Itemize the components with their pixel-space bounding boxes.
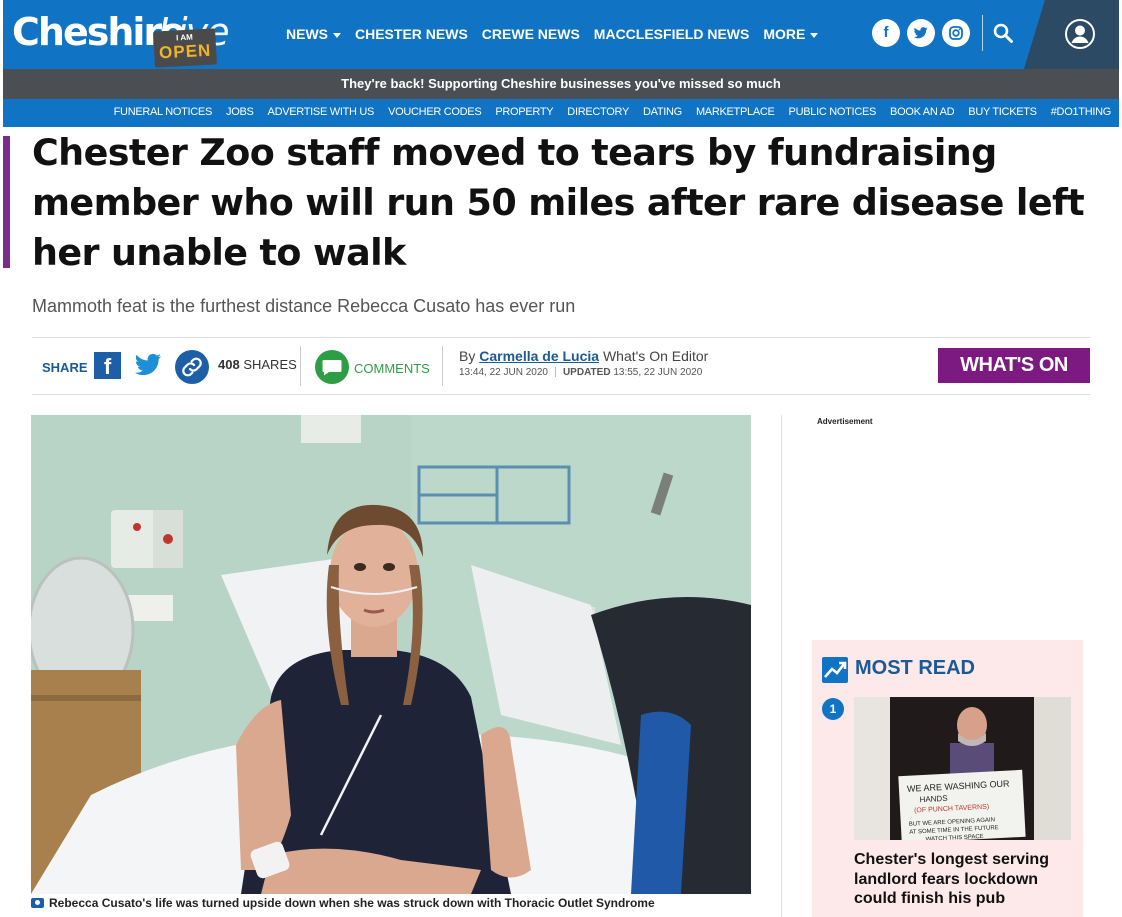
site-logo[interactable]: Cheshire Live I AM OPEN (12, 8, 242, 68)
subnav-item-funeral-notices[interactable]: FUNERAL NOTICES (114, 106, 213, 118)
subnav-item-do1thing[interactable]: #DO1THING (1051, 106, 1112, 118)
subnav-item-dating[interactable]: DATING (643, 106, 682, 118)
nav-item-chester-news[interactable]: CHESTER NEWS (355, 26, 468, 42)
subnav-item-buy-tickets[interactable]: BUY TICKETS (968, 106, 1037, 118)
nav-label: NEWS (286, 26, 328, 42)
section-accent-bar (3, 136, 10, 268)
updated-time: 13:55, 22 JUN 2020 (613, 367, 703, 378)
comments-icon[interactable] (315, 350, 349, 384)
shares-label: SHARES (243, 357, 297, 372)
author-link[interactable]: Carmella de Lucia (479, 348, 599, 364)
most-read-title: MOST READ (855, 657, 975, 679)
article-main-image[interactable] (31, 415, 751, 894)
byline: By Carmella de Lucia What's On Editor (459, 348, 708, 364)
rank-badge: 1 (822, 698, 844, 720)
user-account-icon[interactable] (1064, 18, 1096, 50)
copy-link-icon[interactable] (175, 350, 209, 384)
published-time: 13:44, 22 JUN 2020 (459, 367, 548, 378)
divider (32, 337, 1090, 338)
nav-item-more[interactable]: MORE (763, 26, 819, 42)
facebook-share-icon[interactable]: f (94, 352, 121, 379)
byline-prefix: By (459, 348, 476, 364)
shares-number: 408 (218, 357, 240, 372)
chevron-down-icon (810, 32, 819, 38)
twitter-icon[interactable] (907, 19, 935, 47)
subnav-item-voucher-codes[interactable]: VOUCHER CODES (388, 106, 482, 118)
nav-label: MORE (763, 26, 806, 42)
subnav-item-advertise[interactable]: ADVERTISE WITH US (268, 106, 375, 118)
divider (32, 394, 1090, 395)
subnav-item-book-an-ad[interactable]: BOOK AN AD (890, 106, 955, 118)
article-headline: Chester Zoo staff moved to tears by fund… (32, 131, 1085, 274)
sidebar-divider (781, 415, 782, 917)
subnav-item-marketplace[interactable]: MARKETPLACE (696, 106, 775, 118)
header-divider (982, 15, 983, 51)
nav-item-news[interactable]: NEWS (286, 26, 341, 42)
secondary-nav: FUNERAL NOTICES JOBS ADVERTISE WITH US V… (3, 99, 1119, 127)
subnav-item-directory[interactable]: DIRECTORY (567, 106, 629, 118)
sign-text-line-2: HANDS (919, 794, 947, 804)
shares-count: 408 SHARES (218, 357, 297, 372)
advertisement-label: Advertisement (817, 417, 873, 426)
divider (442, 346, 443, 386)
promo-banner[interactable]: They're back! Supporting Cheshire busine… (3, 69, 1119, 99)
subnav-item-jobs[interactable]: JOBS (226, 106, 254, 118)
share-label: SHARE (42, 360, 88, 375)
subnav-item-property[interactable]: PROPERTY (495, 106, 553, 118)
page: Cheshire Live I AM OPEN NEWS CHESTER NEW… (0, 0, 1122, 917)
author-role: What's On Editor (602, 348, 709, 364)
subnav-item-public-notices[interactable]: PUBLIC NOTICES (789, 106, 877, 118)
most-read-headline-link[interactable]: Chester's longest serving landlord fears… (854, 850, 1076, 909)
most-read-image[interactable]: WE ARE WASHING OUR HANDS (OF PUNCH TAVER… (854, 697, 1071, 840)
facebook-icon[interactable]: f (872, 19, 900, 47)
comments-link[interactable]: COMMENTS (354, 361, 430, 376)
camera-icon (31, 898, 44, 908)
section-tag-whats-on[interactable]: WHAT'S ON (938, 348, 1090, 383)
divider (300, 346, 301, 386)
article-dates: 13:44, 22 JUN 2020 UPDATED 13:55, 22 JUN … (459, 367, 702, 378)
trending-icon (822, 657, 848, 683)
most-read-panel: MOST READ 1 WE ARE WASHING OUR HANDS (OF… (812, 640, 1083, 917)
nav-item-crewe-news[interactable]: CREWE NEWS (482, 26, 580, 42)
i-am-open-badge: I AM OPEN (153, 28, 217, 68)
instagram-icon[interactable] (942, 19, 970, 47)
article-standfirst: Mammoth feat is the furthest distance Re… (32, 296, 576, 316)
caption-text: Rebecca Cusato's life was turned upside … (49, 896, 655, 910)
main-nav: NEWS CHESTER NEWS CREWE NEWS MACCLESFIEL… (286, 26, 819, 42)
search-icon[interactable] (992, 22, 1014, 44)
twitter-share-icon[interactable] (134, 353, 162, 379)
date-separator (554, 367, 556, 378)
image-caption: Rebecca Cusato's life was turned upside … (31, 896, 655, 910)
badge-main-text: OPEN (158, 40, 212, 63)
updated-label: UPDATED (562, 367, 611, 378)
nav-item-macclesfield-news[interactable]: MACCLESFIELD NEWS (594, 26, 750, 42)
chevron-down-icon (333, 32, 341, 38)
